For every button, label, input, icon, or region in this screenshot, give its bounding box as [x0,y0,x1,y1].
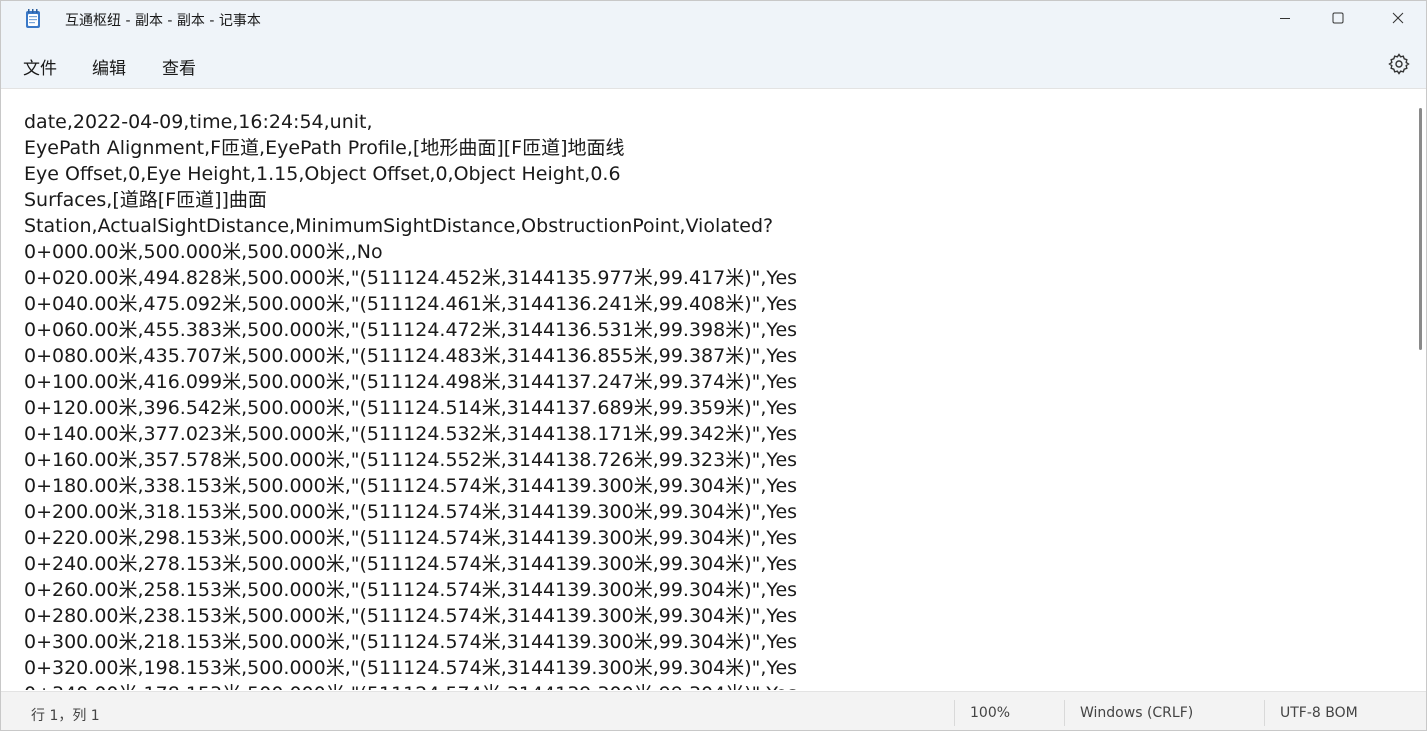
text-line: 0+080.00米,435.707米,500.000米,"(511124.483… [24,345,798,367]
text-line: 0+260.00米,258.153米,500.000米,"(511124.574… [24,579,798,601]
text-line: 0+320.00米,198.153米,500.000米,"(511124.574… [24,657,798,679]
text-line: 0+100.00米,416.099米,500.000米,"(511124.498… [24,371,798,393]
minimize-button[interactable] [1262,1,1308,35]
menu-edit[interactable]: 编辑 [92,52,126,81]
text-line: 0+200.00米,318.153米,500.000米,"(511124.574… [24,501,798,523]
maximize-button[interactable] [1315,1,1361,35]
text-line: 0+180.00米,338.153米,500.000米,"(511124.574… [24,475,798,497]
status-divider [1264,700,1265,726]
text-line: 0+000.00米,500.000米,500.000米,,No [24,241,383,263]
text-line: 0+120.00米,396.542米,500.000米,"(511124.514… [24,397,798,419]
text-line: 0+240.00米,278.153米,500.000米,"(511124.574… [24,553,798,575]
notepad-window: 互通枢纽 - 副本 - 副本 - 记事本 文件 编辑 查看 date,2022-… [0,0,1427,731]
notepad-icon [25,9,41,29]
text-line: Station,ActualSightDistance,MinimumSight… [24,215,774,237]
text-line: Surfaces,[道路[F匝道]]曲面 [24,189,267,211]
text-line: 0+040.00米,475.092米,500.000米,"(511124.461… [24,293,798,315]
text-line: 0+140.00米,377.023米,500.000米,"(511124.532… [24,423,798,445]
encoding[interactable]: UTF-8 BOM [1280,705,1358,721]
vertical-scrollbar[interactable] [1416,90,1426,690]
text-editor[interactable]: date,2022-04-09,time,16:24:54,unit, EyePa… [1,90,1416,690]
text-line: Eye Offset,0,Eye Height,1.15,Object Offs… [24,163,621,185]
maximize-icon [1332,12,1344,24]
text-line: 0+300.00米,218.153米,500.000米,"(511124.574… [24,631,798,653]
menu-view[interactable]: 查看 [162,52,196,81]
status-divider [1064,700,1065,726]
menu-file[interactable]: 文件 [23,52,57,81]
gear-icon [1388,53,1410,75]
scroll-thumb[interactable] [1419,108,1422,350]
status-bar: 行 1，列 1 100% Windows (CRLF) UTF-8 BOM [1,691,1426,730]
line-ending[interactable]: Windows (CRLF) [1080,705,1193,721]
close-icon [1392,12,1404,24]
text-line: 0+020.00米,494.828米,500.000米,"(511124.452… [24,267,798,289]
cursor-position: 行 1，列 1 [31,708,100,724]
text-line: 0+220.00米,298.153米,500.000米,"(511124.574… [24,527,798,549]
menu-bar: 文件 编辑 查看 [1,39,1426,89]
close-button[interactable] [1375,1,1421,35]
text-line: 0+160.00米,357.578米,500.000米,"(511124.552… [24,449,798,471]
zoom-level[interactable]: 100% [970,705,1010,721]
status-divider [954,700,955,726]
text-line: 0+340.00米,178.153米,500.000米,"(511124.574… [24,681,797,690]
text-line: 0+060.00米,455.383米,500.000米,"(511124.472… [24,319,798,341]
window-title: 互通枢纽 - 副本 - 副本 - 记事本 [65,13,261,29]
text-line: EyePath Alignment,F匝道,EyePath Profile,[地… [24,137,625,159]
editor-content[interactable]: date,2022-04-09,time,16:24:54,unit, EyePa… [24,109,797,690]
minimize-icon [1280,18,1290,19]
settings-button[interactable] [1387,52,1411,76]
text-line: 0+280.00米,238.153米,500.000米,"(511124.574… [24,605,798,627]
title-bar[interactable]: 互通枢纽 - 副本 - 副本 - 记事本 [1,1,1426,39]
text-line: date,2022-04-09,time,16:24:54,unit, [24,111,373,133]
